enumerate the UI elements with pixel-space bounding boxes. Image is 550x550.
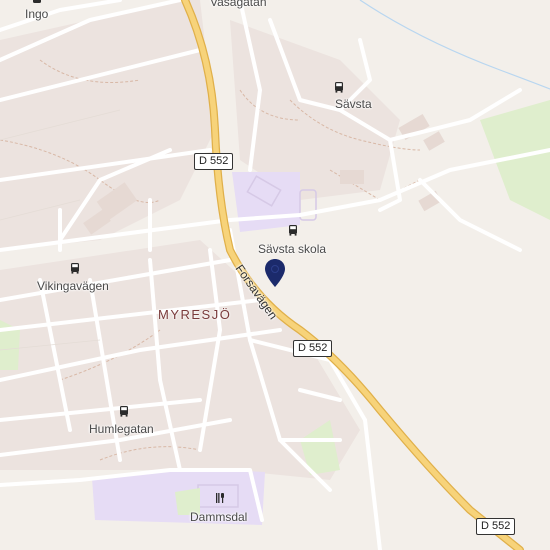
road-shield-d552: D 552 [476, 518, 516, 535]
road-shield-d552: D 552 [194, 153, 234, 170]
place-label-vikingavagen[interactable]: Vikingavägen [37, 279, 109, 293]
map-view[interactable]: Ingo Vasagatan Sävsta Sävsta skola Vikin… [0, 0, 550, 550]
place-label-vasagatan: Vasagatan [210, 0, 267, 9]
place-label-ingo: Ingo [25, 7, 49, 21]
bus-icon[interactable] [117, 404, 131, 418]
location-pin-icon[interactable] [264, 258, 286, 288]
bus-icon[interactable] [68, 261, 82, 275]
bus-icon[interactable] [332, 80, 346, 94]
bus-icon[interactable] [30, 0, 44, 6]
place-label-humlegatan[interactable]: Humlegatan [89, 422, 154, 436]
bus-icon[interactable] [286, 223, 300, 237]
area-label-myresjo: MYRESJÖ [158, 307, 232, 322]
place-label-savsta[interactable]: Sävsta [335, 97, 372, 111]
road-shield-d552: D 552 [293, 340, 333, 357]
place-label-dammsdal[interactable]: Dammsdal [190, 510, 247, 524]
restaurant-icon[interactable] [213, 491, 227, 505]
place-label-savsta-skola[interactable]: Sävsta skola [258, 242, 326, 256]
